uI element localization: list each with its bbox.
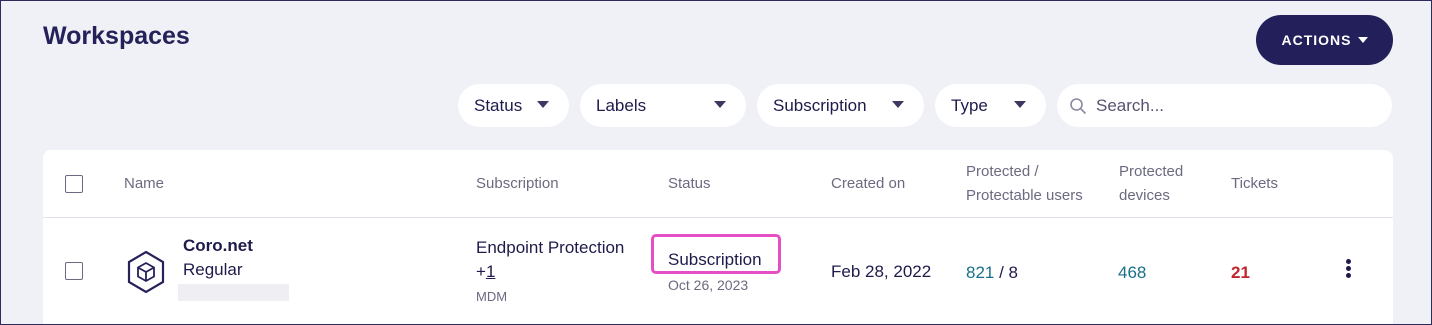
- status-date: Oct 26, 2023: [668, 277, 749, 293]
- column-header-name[interactable]: Name: [124, 172, 164, 196]
- subscription-more-link[interactable]: 1: [486, 262, 495, 281]
- actions-button[interactable]: ACTIONS: [1256, 15, 1393, 65]
- column-header-tickets[interactable]: Tickets: [1231, 172, 1278, 196]
- select-all-checkbox[interactable]: [65, 175, 83, 193]
- more-options-icon[interactable]: [1340, 259, 1356, 283]
- tickets-count[interactable]: 21: [1231, 263, 1250, 283]
- subscription-filter[interactable]: Subscription: [757, 84, 924, 127]
- status-filter[interactable]: Status: [458, 84, 569, 127]
- caret-down-icon: [714, 101, 726, 108]
- column-header-protected-devices-line1: Protected: [1119, 163, 1184, 180]
- protected-devices[interactable]: 468: [1118, 263, 1146, 283]
- subscription-addon: MDM: [476, 289, 508, 304]
- type-filter[interactable]: Type: [935, 84, 1046, 127]
- subscription-module: Endpoint Protection: [476, 238, 625, 257]
- search-icon: [1070, 97, 1086, 114]
- column-header-protected-devices[interactable]: Protected devices: [1119, 160, 1183, 208]
- status-filter-label: Status: [474, 95, 523, 115]
- search-box: [1057, 84, 1392, 127]
- column-header-protected-users-line2: Protectable users: [966, 187, 1083, 204]
- labels-filter-label: Labels: [596, 95, 647, 115]
- workspace-name[interactable]: Coro.net: [183, 236, 253, 256]
- workspace-type: Regular: [183, 260, 243, 279]
- column-header-subscription[interactable]: Subscription: [476, 172, 559, 196]
- created-on: Feb 28, 2022: [831, 262, 932, 281]
- caret-down-icon: [537, 101, 549, 108]
- caret-down-icon: [1357, 37, 1368, 43]
- labels-filter[interactable]: Labels: [580, 84, 746, 127]
- column-header-protected-users-line1: Protected /: [966, 163, 1039, 180]
- workspace-cube-icon: [127, 250, 165, 294]
- column-header-created-on[interactable]: Created on: [831, 172, 905, 196]
- redacted-text: [178, 284, 289, 301]
- actions-button-label: ACTIONS: [1281, 32, 1352, 48]
- header-divider: [43, 217, 1393, 218]
- search-input[interactable]: [1096, 95, 1376, 116]
- page-title: Workspaces: [43, 22, 190, 50]
- users-separator: /: [994, 263, 1009, 282]
- protected-users-count[interactable]: 821: [966, 263, 994, 282]
- workspace-status: Subscription: [668, 250, 762, 269]
- protected-users: 821 / 8: [966, 263, 1018, 283]
- row-checkbox[interactable]: [65, 262, 83, 280]
- caret-down-icon: [892, 101, 904, 108]
- subscription-filter-label: Subscription: [773, 95, 867, 115]
- column-header-protected-users[interactable]: Protected / Protectable users: [966, 160, 1083, 208]
- column-header-status[interactable]: Status: [668, 172, 711, 196]
- column-header-protected-devices-line2: devices: [1119, 187, 1170, 204]
- subscription-more: +1: [476, 262, 495, 282]
- protectable-users-count: 8: [1008, 263, 1019, 282]
- type-filter-label: Type: [951, 95, 988, 115]
- caret-down-icon: [1014, 101, 1026, 108]
- subscription-more-prefix: +: [476, 262, 486, 281]
